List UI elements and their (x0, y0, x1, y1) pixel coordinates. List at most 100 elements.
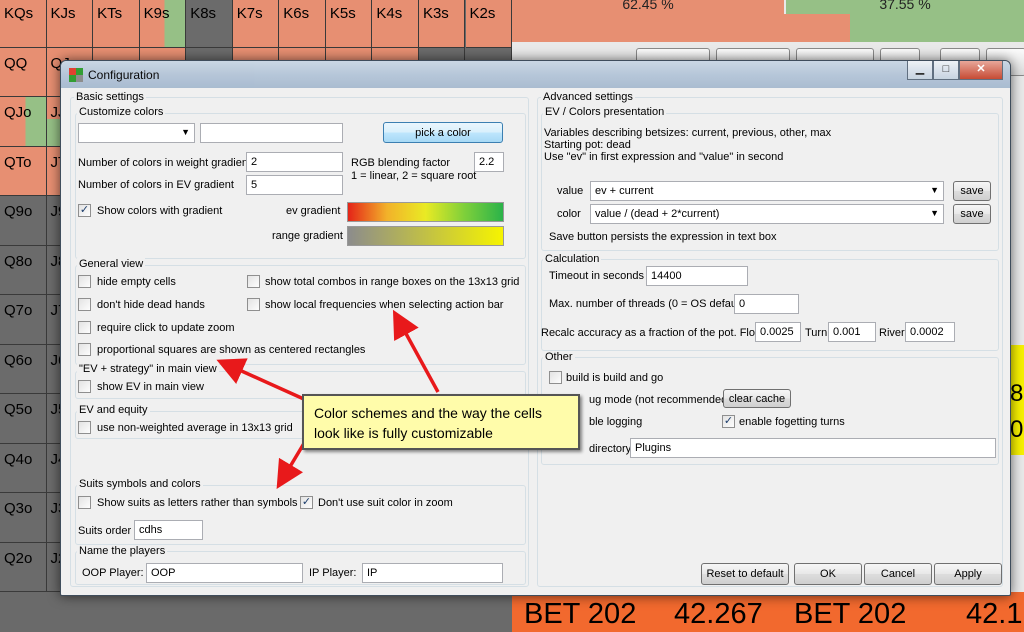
oop-player-input[interactable]: OOP (146, 563, 303, 583)
save-value-button[interactable]: save (953, 181, 991, 201)
hand-cell[interactable]: Q8o (0, 245, 47, 295)
river-label: River (879, 327, 905, 339)
timeout-input[interactable]: 14400 (646, 266, 748, 286)
hand-cell[interactable]: K6s (279, 0, 326, 48)
hide-empty-label: hide empty cells (97, 276, 176, 288)
dont-use-suit-color-label: Don't use suit color in zoom (318, 497, 453, 509)
pick-color-button[interactable]: pick a color (383, 122, 503, 143)
app-icon (69, 68, 83, 82)
proportional-checkbox[interactable] (78, 343, 91, 356)
color-value-input[interactable] (200, 123, 343, 143)
build-go-label: build is build and go (566, 372, 664, 384)
show-local-freq-label: show local frequencies when selecting ac… (265, 299, 504, 311)
strategy-bar-bet (512, 14, 850, 42)
players-title: Name the players (77, 545, 168, 557)
dialog-title: Configuration (88, 68, 160, 82)
hand-cell[interactable]: Q5o (0, 394, 47, 444)
reset-default-button[interactable]: Reset to default (701, 563, 789, 585)
build-go-checkbox[interactable] (549, 371, 562, 384)
show-ev-checkbox[interactable] (78, 380, 91, 393)
cancel-button[interactable]: Cancel (864, 563, 932, 585)
ip-player-input[interactable]: IP (362, 563, 503, 583)
close-button[interactable]: ✕ (959, 61, 1003, 80)
hand-cell[interactable]: Q6o (0, 344, 47, 394)
rgb-blending-hint: 1 = linear, 2 = square root (351, 170, 477, 182)
threads-input[interactable]: 0 (734, 294, 799, 314)
hand-cell[interactable]: QJo (0, 97, 47, 147)
minimize-button[interactable]: ▁ (907, 61, 933, 80)
strategy-percent-left: 62.45 % (512, 0, 784, 14)
color-expr-select[interactable]: value / (dead + 2*current) ▼ (590, 204, 944, 224)
threads-label: Max. number of threads (0 = OS default) (549, 298, 747, 310)
value-expr-select[interactable]: ev + current ▼ (590, 181, 944, 201)
hand-cell[interactable]: K5s (325, 0, 373, 48)
require-click-checkbox[interactable] (78, 321, 91, 334)
non-weighted-checkbox[interactable] (78, 421, 91, 434)
ok-button[interactable]: OK (794, 563, 862, 585)
hand-cell[interactable]: QQ (0, 47, 47, 97)
non-weighted-label: use non-weighted average in 13x13 grid (97, 422, 293, 434)
chevron-down-icon: ▼ (930, 208, 939, 218)
maximize-button[interactable]: □ (933, 61, 959, 80)
hand-cell[interactable]: QTo (0, 146, 47, 196)
dont-use-suit-color-checkbox[interactable]: ✓ (300, 496, 313, 509)
hand-cell[interactable]: Q4o (0, 443, 47, 493)
dialog-titlebar[interactable]: Configuration ▁ □ ✕ (61, 61, 1010, 88)
hide-empty-checkbox[interactable] (78, 275, 91, 288)
clear-cache-button[interactable]: clear cache (723, 389, 791, 408)
turn-label: Turn (805, 327, 828, 339)
weight-gradient-input[interactable]: 2 (246, 152, 343, 172)
ev-gradient-caption: ev gradient (286, 205, 341, 217)
require-click-label: require click to update zoom (97, 322, 235, 334)
plugins-dir-input[interactable]: Plugins (630, 438, 996, 458)
plugins-dir-label: directory (589, 443, 632, 455)
configuration-dialog: Configuration ▁ □ ✕ Basic settings Custo… (60, 60, 1011, 596)
rgb-blending-input[interactable]: 2.2 (474, 152, 504, 172)
hand-cell[interactable]: Q7o (0, 295, 47, 345)
suits-order-input[interactable]: cdhs (134, 520, 203, 540)
hand-cell[interactable]: K7s (232, 0, 280, 48)
apply-button[interactable]: Apply (934, 563, 1002, 585)
hand-cell[interactable]: KJs (46, 0, 94, 48)
forgetting-turns-checkbox[interactable]: ✓ (722, 415, 735, 428)
color-target-select[interactable]: ▼ (78, 123, 195, 143)
weight-gradient-label: Number of colors in weight gradient (78, 157, 252, 169)
ev-colors-title: EV / Colors presentation (543, 106, 667, 118)
hand-cell[interactable]: Q3o (0, 493, 47, 543)
range-gradient-swatch[interactable] (347, 226, 504, 246)
hand-cell[interactable]: Q9o (0, 196, 47, 246)
range-gradient-caption: range gradient (272, 230, 343, 242)
hand-cell[interactable]: K4s (372, 0, 419, 48)
ev-strategy-title: "EV + strategy" in main view (77, 363, 219, 375)
logging-label: ble logging (589, 416, 643, 428)
hand-cell[interactable]: K2s (465, 0, 513, 48)
show-total-combos-checkbox[interactable] (247, 275, 260, 288)
ev-gradient-swatch[interactable] (347, 202, 504, 222)
dont-hide-dead-checkbox[interactable] (78, 298, 91, 311)
proportional-label: proportional squares are shown as center… (97, 344, 366, 356)
hand-cell[interactable]: K9s (139, 0, 187, 48)
river-accuracy-input[interactable]: 0.0002 (905, 322, 955, 342)
hand-cell[interactable]: KQs (0, 0, 47, 48)
hand-cell[interactable]: K8s (186, 0, 233, 48)
chevron-down-icon: ▼ (930, 185, 939, 195)
show-gradient-checkbox[interactable]: ✓ (78, 204, 91, 217)
bet-left-value: 42.267 (674, 598, 763, 630)
turn-accuracy-input[interactable]: 0.001 (828, 322, 876, 342)
ev-colors-desc-2: Starting pot: dead (544, 139, 631, 151)
hand-cell[interactable]: K3s (418, 0, 466, 48)
hand-cell[interactable]: KTs (93, 0, 140, 48)
general-view-title: General view (77, 258, 146, 270)
show-local-freq-checkbox[interactable] (247, 298, 260, 311)
save-color-button[interactable]: save (953, 204, 991, 224)
strategy-bar-check (850, 14, 1024, 42)
calculation-title: Calculation (543, 253, 602, 265)
suits-order-label: Suits order (78, 525, 132, 537)
ev-gradient-count-input[interactable]: 5 (246, 175, 343, 195)
advanced-settings-title: Advanced settings (541, 91, 635, 103)
strategy-percent-right: 37.55 % (786, 0, 1024, 14)
suits-as-letters-checkbox[interactable] (78, 496, 91, 509)
hand-cell[interactable]: Q2o (0, 542, 47, 592)
recalc-label: Recalc accuracy as a fraction of the pot… (541, 327, 765, 339)
flop-accuracy-input[interactable]: 0.0025 (755, 322, 801, 342)
